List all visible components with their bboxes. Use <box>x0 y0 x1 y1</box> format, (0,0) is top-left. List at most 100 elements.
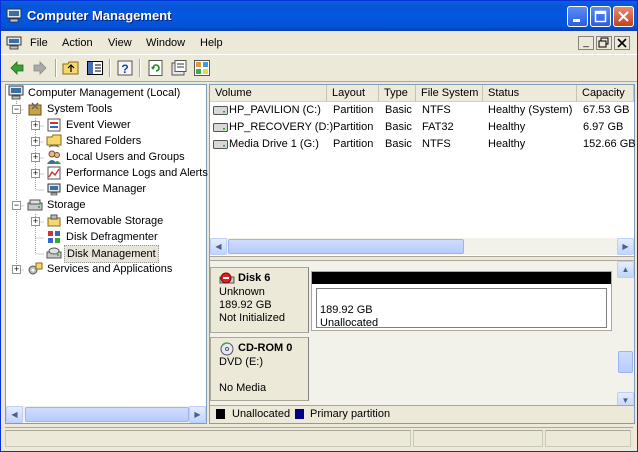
tree-horizontal-scrollbar[interactable]: ◀ ▶ <box>6 406 206 423</box>
scroll-left-button[interactable]: ◀ <box>6 406 23 423</box>
expand-icon[interactable]: + <box>31 217 40 226</box>
disk-size: 189.92 GB <box>219 299 272 311</box>
scroll-left-button[interactable]: ◀ <box>210 238 227 255</box>
tree-item-root[interactable]: Computer Management (Local) <box>6 85 206 101</box>
scroll-right-button[interactable]: ▶ <box>189 406 206 423</box>
legend-swatch-unallocated <box>216 409 225 419</box>
mdi-close-button[interactable] <box>614 36 630 50</box>
status-segment <box>413 430 543 447</box>
menu-help[interactable]: Help <box>200 37 223 49</box>
minimize-button[interactable] <box>567 6 588 27</box>
close-icon <box>618 11 629 22</box>
forward-icon[interactable] <box>31 59 49 77</box>
cdrom-media: No Media <box>219 382 267 394</box>
tree-item-removable-storage[interactable]: + Removable Storage <box>6 213 206 229</box>
mdi-restore-button[interactable] <box>596 36 612 50</box>
cd-rom-icon <box>220 342 234 356</box>
scroll-down-icon: ▼ <box>621 396 630 405</box>
column-header-status[interactable]: Status <box>483 85 577 102</box>
back-icon[interactable] <box>8 59 26 77</box>
volume-name: HP_PAVILION (C:) <box>229 104 321 116</box>
disk-graphical-view[interactable]: Disk 6 Unknown 189.92 GB Not Initialized… <box>210 261 634 409</box>
console-tree-pane[interactable]: Computer Management (Local) − System Too… <box>5 84 208 424</box>
scrollbar-thumb[interactable] <box>25 407 189 422</box>
tree-item-performance-logs[interactable]: + Performance Logs and Alerts <box>6 165 208 181</box>
table-row[interactable]: Media Drive 1 (G:) Partition Basic NTFS … <box>210 136 636 153</box>
toolbar-separator <box>139 59 141 77</box>
column-header-capacity[interactable]: Capacity <box>577 85 634 102</box>
scrollbar-thumb[interactable] <box>228 239 464 254</box>
expand-icon[interactable]: + <box>12 265 21 274</box>
export-icon[interactable] <box>193 59 211 77</box>
table-row[interactable]: HP_RECOVERY (D:) Partition Basic FAT32 H… <box>210 119 634 136</box>
menu-file[interactable]: File <box>30 37 48 49</box>
column-header-volume[interactable]: Volume <box>210 85 327 102</box>
collapse-icon[interactable]: − <box>12 201 21 210</box>
show-hide-tree-icon[interactable] <box>86 59 104 77</box>
cdrom-drive: DVD (E:) <box>219 356 263 368</box>
volume-layout: Partition <box>333 104 374 116</box>
menu-action[interactable]: Action <box>62 37 93 49</box>
details-pane: Volume Layout Type File System Status Ca… <box>209 84 636 424</box>
window-title: Computer Management <box>27 8 172 23</box>
tree-item-event-viewer[interactable]: + Event Viewer <box>6 117 206 133</box>
computer-management-icon <box>8 85 24 100</box>
system-menu-icon[interactable] <box>6 36 22 50</box>
expand-icon[interactable]: + <box>31 169 40 178</box>
legend: Unallocated Primary partition <box>210 405 634 423</box>
close-button[interactable] <box>613 6 634 27</box>
disk-view-vertical-scrollbar[interactable]: ▲ ▼ <box>617 261 634 409</box>
refresh-icon[interactable] <box>147 59 165 77</box>
column-header-file-system[interactable]: File System <box>416 85 483 102</box>
scroll-right-icon: ▶ <box>622 242 629 251</box>
column-header-layout[interactable]: Layout <box>327 85 379 102</box>
event-viewer-icon <box>47 118 61 132</box>
title-bar[interactable]: Computer Management <box>1 1 637 31</box>
minimize-icon: _ <box>583 37 589 48</box>
scrollbar-thumb[interactable] <box>618 351 633 373</box>
mdi-minimize-button[interactable]: _ <box>578 36 594 50</box>
users-icon <box>47 150 61 164</box>
disk-6-region-unallocated[interactable]: 189.92 GB Unallocated <box>311 271 612 331</box>
expand-icon[interactable]: + <box>31 121 40 130</box>
menu-view[interactable]: View <box>108 37 132 49</box>
table-row[interactable]: HP_PAVILION (C:) Partition Basic NTFS He… <box>210 102 634 119</box>
scroll-right-icon: ▶ <box>194 410 201 419</box>
volume-list-horizontal-scrollbar[interactable]: ◀ ▶ <box>210 238 634 255</box>
tree-item-local-users[interactable]: + Local Users and Groups <box>6 149 206 165</box>
tree-label: Event Viewer <box>66 119 131 131</box>
tree-item-disk-defragmenter[interactable]: Disk Defragmenter <box>6 229 206 245</box>
status-bar <box>5 427 633 449</box>
restore-icon <box>598 37 609 48</box>
cdrom-0-label[interactable]: CD-ROM 0 DVD (E:) No Media <box>210 337 309 401</box>
tree-item-device-manager[interactable]: Device Manager <box>6 181 206 197</box>
collapse-icon[interactable]: − <box>12 105 21 114</box>
services-icon <box>28 262 43 275</box>
volume-layout: Partition <box>333 121 374 133</box>
volume-status: Healthy <box>488 138 526 150</box>
scroll-up-icon: ▲ <box>621 265 630 274</box>
disk-state: Not Initialized <box>219 312 286 324</box>
help-icon[interactable]: ? <box>116 59 134 77</box>
tree-item-system-tools[interactable]: − System Tools <box>6 101 206 117</box>
expand-icon[interactable]: + <box>31 137 40 146</box>
volume-list[interactable]: Volume Layout Type File System Status Ca… <box>210 85 636 257</box>
volume-type: Basic <box>385 121 412 133</box>
tree-item-services-applications[interactable]: + Services and Applications <box>6 261 206 277</box>
tree-item-storage[interactable]: − Storage <box>6 197 206 213</box>
scroll-up-button[interactable]: ▲ <box>617 261 634 278</box>
expand-icon[interactable]: + <box>31 153 40 162</box>
cdrom-name: CD-ROM 0 <box>238 342 293 354</box>
tree-item-disk-management[interactable]: Disk Management <box>6 245 206 263</box>
tree-item-shared-folders[interactable]: + Shared Folders <box>6 133 206 149</box>
disk-6-label[interactable]: Disk 6 Unknown 189.92 GB Not Initialized <box>210 267 309 333</box>
close-icon <box>617 38 627 48</box>
hard-drive-icon <box>213 106 228 115</box>
properties-icon[interactable] <box>170 59 188 77</box>
menu-window[interactable]: Window <box>146 37 185 49</box>
column-header-type[interactable]: Type <box>379 85 416 102</box>
up-folder-icon[interactable] <box>62 59 80 77</box>
scroll-right-button[interactable]: ▶ <box>617 238 634 255</box>
volume-type: Basic <box>385 104 412 116</box>
maximize-button[interactable] <box>590 6 611 27</box>
